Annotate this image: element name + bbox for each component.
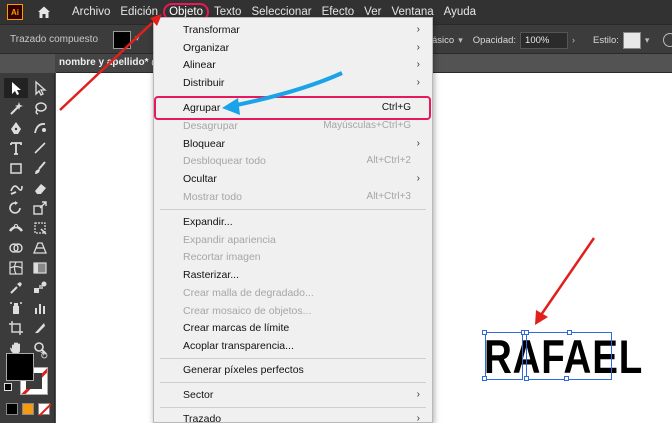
menu-item-trazado[interactable]: Trazado › bbox=[154, 411, 432, 423]
objeto-menu: Transformar › Organizar › Alinear › Distrib… bbox=[153, 17, 433, 423]
chevron-down-icon[interactable]: ▾ bbox=[458, 35, 463, 46]
curvature-icon[interactable] bbox=[28, 118, 52, 138]
line-icon[interactable] bbox=[28, 138, 52, 158]
menu-item-crear-mosaico[interactable]: Crear mosaico de objetos... bbox=[154, 303, 432, 321]
chevron-down-icon[interactable]: ▾ bbox=[645, 35, 650, 46]
graphic-style-swatch[interactable] bbox=[622, 31, 641, 49]
chevron-right-icon[interactable]: › bbox=[572, 35, 575, 45]
selection-handle[interactable] bbox=[482, 376, 487, 381]
chevron-right-icon: › bbox=[416, 59, 420, 71]
menu-item-desagrupar[interactable]: Desagrupar Mayúsculas+Ctrl+G bbox=[154, 118, 432, 136]
appearance-controls: ásico ▾ Opacidad: 100% › Estilo: ▾ bbox=[432, 31, 672, 49]
selection-handle[interactable] bbox=[524, 330, 529, 335]
menu-archivo[interactable]: Archivo bbox=[67, 2, 115, 22]
color-controls: ↻ bbox=[4, 351, 52, 423]
chevron-right-icon: › bbox=[416, 413, 420, 423]
home-icon[interactable] bbox=[35, 3, 53, 21]
selection-tool-icon[interactable] bbox=[4, 78, 28, 98]
menu-item-transformar[interactable]: Transformar › bbox=[154, 22, 432, 40]
shape-builder-icon[interactable] bbox=[4, 238, 28, 258]
menu-item-expandir-apariencia[interactable]: Expandir apariencia bbox=[154, 232, 432, 250]
fill-color-big[interactable] bbox=[6, 353, 34, 381]
shaper-icon[interactable] bbox=[4, 178, 28, 198]
menu-separator bbox=[160, 382, 426, 383]
document-setup-icon[interactable] bbox=[663, 33, 672, 47]
rafael-artwork[interactable]: RAFAEL bbox=[482, 330, 642, 381]
eraser-icon[interactable] bbox=[28, 178, 52, 198]
selection-bounding-box bbox=[526, 332, 612, 380]
menu-item-bloquear[interactable]: Bloquear › bbox=[154, 136, 432, 154]
rectangle-icon[interactable] bbox=[4, 158, 28, 178]
chevron-right-icon: › bbox=[416, 173, 420, 185]
opacity-label: Opacidad: bbox=[472, 34, 517, 46]
type-icon[interactable] bbox=[4, 138, 28, 158]
paintbrush-icon[interactable] bbox=[28, 158, 52, 178]
menu-separator bbox=[160, 407, 426, 408]
mesh-icon[interactable] bbox=[4, 258, 28, 278]
menu-item-expandir[interactable]: Expandir... bbox=[154, 214, 432, 232]
menu-item-acoplar-transparencia[interactable]: Acoplar transparencia... bbox=[154, 338, 432, 356]
style-value-partial[interactable]: ásico bbox=[432, 35, 454, 46]
menu-item-ocultar[interactable]: Ocultar › bbox=[154, 171, 432, 189]
pen-icon[interactable] bbox=[4, 118, 28, 138]
chevron-right-icon: › bbox=[416, 24, 420, 35]
slice-icon[interactable] bbox=[28, 318, 52, 338]
fill-color-swatch[interactable] bbox=[113, 31, 131, 49]
chevron-right-icon: › bbox=[416, 41, 420, 53]
document-tab[interactable]: nombre y apellido* @ bbox=[55, 54, 155, 72]
selection-handle[interactable] bbox=[482, 330, 487, 335]
selection-type-label: Trazado compuesto bbox=[10, 34, 99, 45]
style-label: Estilo: bbox=[593, 34, 619, 46]
magic-wand-icon[interactable] bbox=[4, 98, 28, 118]
menu-separator bbox=[160, 358, 426, 359]
menu-item-sector[interactable]: Sector › bbox=[154, 387, 432, 405]
gradient-icon[interactable] bbox=[28, 258, 52, 278]
selection-bounding-box bbox=[485, 332, 523, 380]
selection-handle[interactable] bbox=[524, 376, 529, 381]
menu-item-mostrar-todo[interactable]: Mostrar todo Alt+Ctrl+3 bbox=[154, 189, 432, 207]
menu-item-agrupar[interactable]: Agrupar Ctrl+G bbox=[154, 100, 432, 118]
rotate-icon[interactable] bbox=[4, 198, 28, 218]
menu-item-generar-pixeles[interactable]: Generar píxeles perfectos bbox=[154, 362, 432, 380]
chevron-right-icon: › bbox=[416, 389, 420, 400]
chevron-right-icon: › bbox=[416, 137, 420, 149]
menu-ayuda[interactable]: Ayuda bbox=[439, 2, 481, 22]
eyedropper-icon[interactable] bbox=[4, 278, 28, 298]
menu-item-distribuir[interactable]: Distribuir › bbox=[154, 75, 432, 93]
symbol-sprayer-icon[interactable] bbox=[4, 298, 28, 318]
chevron-down-icon[interactable]: ▾ bbox=[135, 33, 140, 44]
direct-selection-tool-icon[interactable] bbox=[28, 78, 52, 98]
tools-panel: ↻ bbox=[0, 73, 55, 423]
graph-icon[interactable] bbox=[28, 298, 52, 318]
menu-item-desbloquear-todo[interactable]: Desbloquear todo Alt+Ctrl+2 bbox=[154, 153, 432, 171]
opacity-field[interactable]: 100% bbox=[520, 31, 569, 49]
swap-colors-icon[interactable]: ↻ bbox=[40, 351, 48, 362]
menu-item-crear-malla[interactable]: Crear malla de degradado... bbox=[154, 285, 432, 303]
menu-separator bbox=[160, 209, 426, 210]
default-colors-icon[interactable] bbox=[4, 383, 12, 391]
artboard-icon[interactable] bbox=[4, 318, 28, 338]
menu-item-alinear[interactable]: Alinear › bbox=[154, 57, 432, 75]
blend-icon[interactable] bbox=[28, 278, 52, 298]
app-logo: Ai bbox=[7, 4, 23, 20]
free-transform-icon[interactable] bbox=[28, 218, 52, 238]
perspective-icon[interactable] bbox=[28, 238, 52, 258]
menu-item-recortar-imagen[interactable]: Recortar imagen bbox=[154, 249, 432, 267]
color-mode-swatch[interactable] bbox=[6, 403, 18, 415]
selection-handle[interactable] bbox=[564, 376, 569, 381]
illustrator-window: Ai Archivo Edición Objeto Texto Seleccio… bbox=[0, 0, 672, 423]
none-mode-swatch[interactable] bbox=[38, 403, 52, 416]
scale-icon[interactable] bbox=[28, 198, 52, 218]
menu-item-rasterizar[interactable]: Rasterizar... bbox=[154, 267, 432, 285]
chevron-right-icon: › bbox=[416, 77, 420, 89]
menu-item-crear-marcas-limite[interactable]: Crear marcas de límite bbox=[154, 320, 432, 338]
selection-handle[interactable] bbox=[567, 330, 572, 335]
lasso-icon[interactable] bbox=[28, 98, 52, 118]
gradient-mode-swatch[interactable] bbox=[22, 403, 34, 415]
menu-item-organizar[interactable]: Organizar › bbox=[154, 40, 432, 58]
width-icon[interactable] bbox=[4, 218, 28, 238]
